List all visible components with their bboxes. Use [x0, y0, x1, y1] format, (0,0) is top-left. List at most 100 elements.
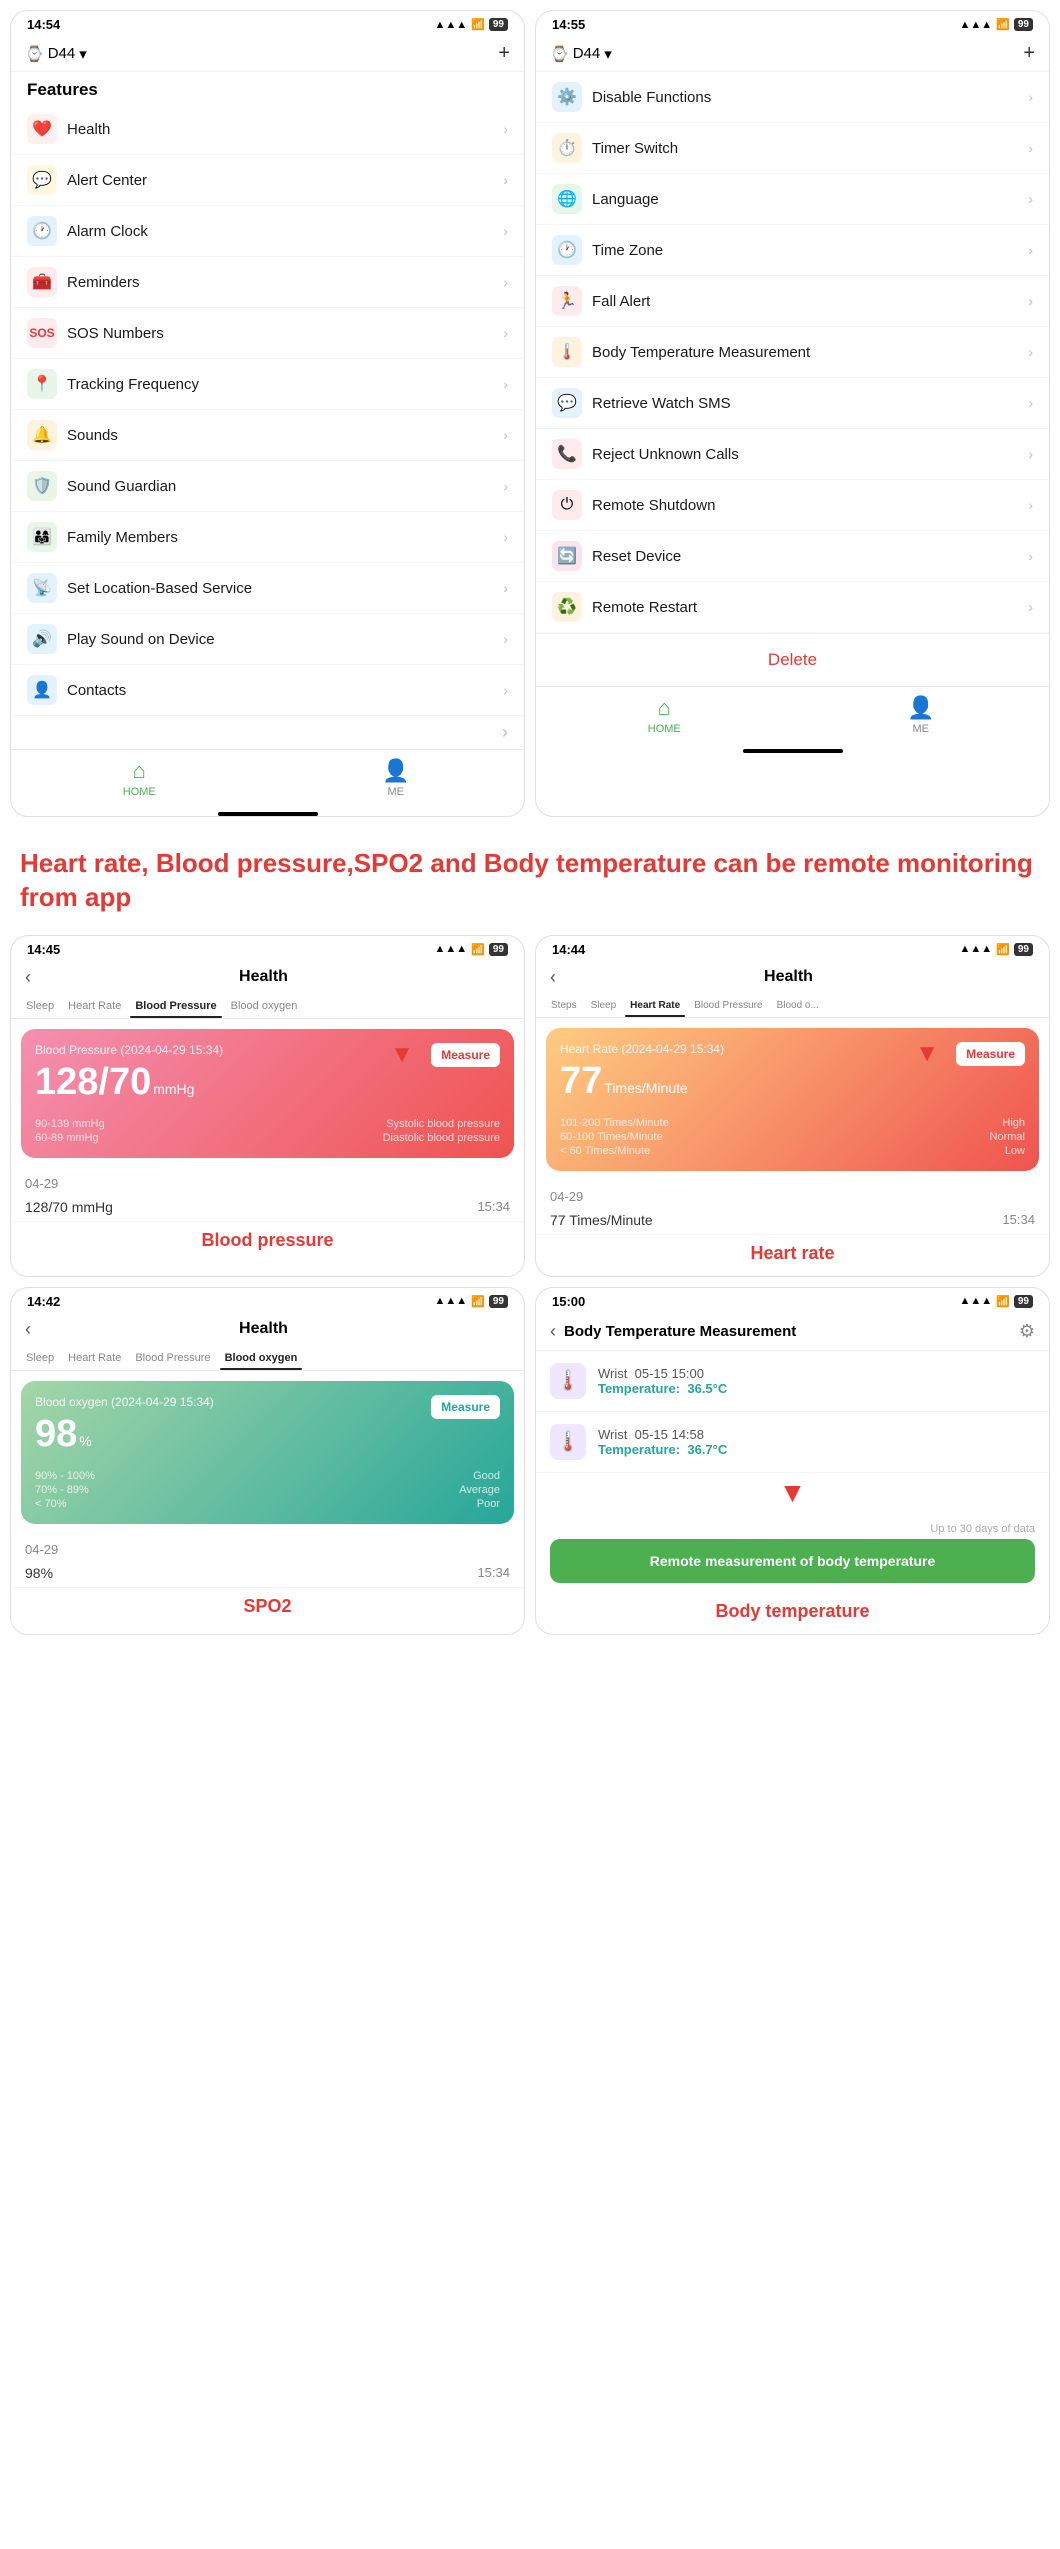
temp-location-2: Wrist 05-15 14:58	[598, 1427, 727, 1442]
menu-item-sos[interactable]: SOS SOS Numbers ›	[11, 308, 524, 359]
hr-measure-button[interactable]: Measure	[956, 1042, 1025, 1066]
nav-home-1[interactable]: ⌂ HOME	[11, 758, 268, 798]
temp-icon-2: 🌡️	[550, 1424, 586, 1460]
status-bar-temp: 15:00 ▲▲▲ 📶 99	[536, 1288, 1049, 1313]
spo2-ranges: 90% - 100% Good 70% - 89% Average < 70% …	[35, 1470, 500, 1510]
tab-heartrate-bp[interactable]: Heart Rate	[63, 996, 126, 1018]
menu-item-language[interactable]: 🌐 Language ›	[536, 174, 1049, 225]
add-button-1[interactable]: +	[498, 42, 510, 65]
menu-item-health[interactable]: ❤️ Health ›	[11, 104, 524, 155]
menu-item-reject[interactable]: 📞 Reject Unknown Calls ›	[536, 429, 1049, 480]
tab-sleep-bp[interactable]: Sleep	[21, 996, 59, 1018]
menu-item-sms[interactable]: 💬 Retrieve Watch SMS ›	[536, 378, 1049, 429]
menu-item-label-restart: Remote Restart	[592, 599, 1028, 616]
menu-item-sounds[interactable]: 🔔 Sounds ›	[11, 410, 524, 461]
tab-hr-spo2[interactable]: Heart Rate	[63, 1348, 126, 1370]
menu-item-contacts[interactable]: 👤 Contacts ›	[11, 665, 524, 716]
chevron-playsound: ›	[503, 631, 508, 647]
hr-arrow-down: ▼	[915, 1040, 939, 1068]
reject-icon: 📞	[552, 439, 582, 469]
nav-me-1[interactable]: 👤 ME	[268, 758, 525, 798]
tab-hr-hr[interactable]: Heart Rate	[625, 996, 685, 1017]
phone-header-1: ⌚ D44 ▾ +	[11, 36, 524, 72]
nav-me-2[interactable]: 👤 ME	[793, 695, 1050, 735]
tab-ox-spo2[interactable]: Blood oxygen	[220, 1348, 303, 1370]
health-icon: ❤️	[27, 114, 57, 144]
menu-item-alert[interactable]: 💬 Alert Center ›	[11, 155, 524, 206]
bp-label2: Diastolic blood pressure	[383, 1132, 500, 1144]
tab-steps-hr[interactable]: Steps	[546, 996, 582, 1017]
tab-oxygen-bp[interactable]: Blood oxygen	[226, 996, 303, 1018]
bp-range2: 60-89 mmHg	[35, 1132, 99, 1144]
chevron-sounds: ›	[503, 427, 508, 443]
temp-record-2: 🌡️ Wrist 05-15 14:58 Temperature: 36.7°C	[536, 1412, 1049, 1473]
bodytemp-header: ‹ Body Temperature Measurement ⚙	[536, 1313, 1049, 1351]
hr-card-title: Heart Rate (2024-04-29 15:34)	[560, 1042, 1025, 1056]
chevron-family: ›	[503, 529, 508, 545]
reminders-icon: 🧰	[27, 267, 57, 297]
menu-item-family[interactable]: 👨‍👩‍👧 Family Members ›	[11, 512, 524, 563]
tab-bp-hr[interactable]: Blood Pressure	[689, 996, 767, 1017]
bp-range1: 90-139 mmHg	[35, 1118, 105, 1130]
chevron-alarm: ›	[503, 223, 508, 239]
chevron-location: ›	[503, 580, 508, 596]
health-phone-hr: 14:44 ▲▲▲ 📶 99 ‹ Health Steps Sleep Hear…	[535, 935, 1050, 1277]
back-btn-bp[interactable]: ‹	[25, 967, 31, 988]
health-phone-temp: 15:00 ▲▲▲ 📶 99 ‹ Body Temperature Measur…	[535, 1287, 1050, 1635]
bp-measure-button[interactable]: Measure	[431, 1043, 500, 1067]
menu-item-fall[interactable]: 🏃 Fall Alert ›	[536, 276, 1049, 327]
spo2-measure-button[interactable]: Measure	[431, 1395, 500, 1419]
tab-bp-spo2[interactable]: Blood Pressure	[130, 1348, 215, 1370]
nav-home-2[interactable]: ⌂ HOME	[536, 695, 793, 735]
menu-item-label-reminders: Reminders	[67, 274, 503, 291]
chevron-alert: ›	[503, 172, 508, 188]
menu-item-label-disable: Disable Functions	[592, 89, 1028, 106]
spo2-unit: %	[79, 1433, 91, 1449]
phone-frame-features: 14:54 ▲▲▲ 📶 99 ⌚ D44 ▾ + Features ❤️ Hea…	[10, 10, 525, 817]
bp-caption: Blood pressure	[11, 1222, 524, 1263]
menu-item-reset[interactable]: 🔄 Reset Device ›	[536, 531, 1049, 582]
remote-btn-row: Up to 30 days of data Remote measurement…	[536, 1513, 1049, 1593]
menu-item-reminders[interactable]: 🧰 Reminders ›	[11, 257, 524, 308]
alarm-icon: 🕐	[27, 216, 57, 246]
spo2-label3: Poor	[477, 1498, 500, 1510]
delete-button[interactable]: Delete	[536, 633, 1049, 686]
gear-icon-temp[interactable]: ⚙	[1019, 1321, 1035, 1342]
menu-item-location[interactable]: 📡 Set Location-Based Service ›	[11, 563, 524, 614]
back-btn-hr[interactable]: ‹	[550, 967, 556, 988]
menu-item-label-timer: Timer Switch	[592, 140, 1028, 157]
menu-item-disable[interactable]: ⚙️ Disable Functions ›	[536, 72, 1049, 123]
hr-record-val: 77 Times/Minute	[550, 1212, 653, 1228]
wifi-2: 📶	[996, 18, 1010, 31]
add-button-2[interactable]: +	[1023, 42, 1035, 65]
health-phone-bp: 14:45 ▲▲▲ 📶 99 ‹ Health Sleep Heart Rate…	[10, 935, 525, 1277]
temp-caption: Body temperature	[536, 1593, 1049, 1634]
tab-bp-bp[interactable]: Blood Pressure	[130, 996, 221, 1018]
remote-measure-button[interactable]: Remote measurement of body temperature	[550, 1539, 1035, 1583]
temp-info-2: Wrist 05-15 14:58 Temperature: 36.7°C	[598, 1427, 727, 1457]
tab-ox-hr[interactable]: Blood o...	[772, 996, 824, 1017]
tab-sleep-hr[interactable]: Sleep	[586, 996, 622, 1017]
wifi-1: 📶	[471, 18, 485, 31]
tab-sleep-spo2[interactable]: Sleep	[21, 1348, 59, 1370]
restart-icon: ♻️	[552, 592, 582, 622]
hr-record-1: 77 Times/Minute 15:34	[536, 1206, 1049, 1235]
hr-range3: < 60 Times/Minute	[560, 1145, 650, 1157]
health-tabs-bp: Sleep Heart Rate Blood Pressure Blood ox…	[11, 992, 524, 1019]
menu-item-shutdown[interactable]: ⏻ Remote Shutdown ›	[536, 480, 1049, 531]
menu-item-playsound[interactable]: 🔊 Play Sound on Device ›	[11, 614, 524, 665]
timer-icon: ⏱️	[552, 133, 582, 163]
hr-unit: Times/Minute	[604, 1080, 688, 1096]
health-title-spo2: Health	[37, 1320, 490, 1338]
menu-item-restart[interactable]: ♻️ Remote Restart ›	[536, 582, 1049, 633]
menu-item-tracking[interactable]: 📍 Tracking Frequency ›	[11, 359, 524, 410]
menu-item-bodytemp[interactable]: 🌡️ Body Temperature Measurement ›	[536, 327, 1049, 378]
menu-item-guardian[interactable]: 🛡️ Sound Guardian ›	[11, 461, 524, 512]
menu-item-timezone[interactable]: 🕐 Time Zone ›	[536, 225, 1049, 276]
menu-item-alarm[interactable]: 🕐 Alarm Clock ›	[11, 206, 524, 257]
back-btn-temp[interactable]: ‹	[550, 1321, 556, 1342]
menu-item-timer[interactable]: ⏱️ Timer Switch ›	[536, 123, 1049, 174]
back-btn-spo2[interactable]: ‹	[25, 1319, 31, 1340]
promo-heading: Heart rate, Blood pressure,SPO2 and Body…	[0, 827, 1060, 925]
menu-item-label-alarm: Alarm Clock	[67, 223, 503, 240]
